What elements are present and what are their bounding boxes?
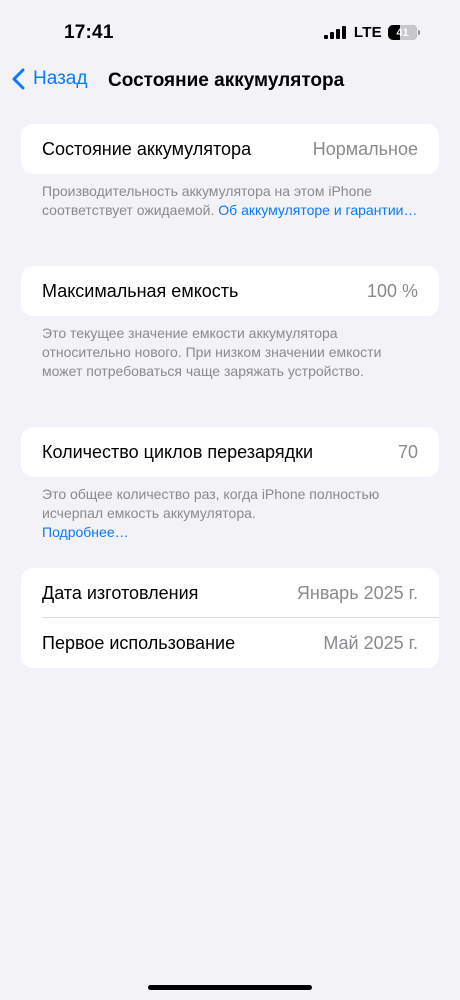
manufacture-date-value: Январь 2025 г.	[296, 582, 418, 603]
cycle-count-label: Количество циклов перезарядки	[42, 441, 314, 462]
status-indicators: LTE 41	[323, 24, 420, 41]
max-capacity-row: Максимальная емкость 100 %	[21, 266, 439, 316]
cycle-count-group: Количество циклов перезарядки 70	[21, 427, 439, 477]
max-capacity-label: Максимальная емкость	[42, 280, 239, 301]
manufacture-date-label: Дата изготовления	[42, 582, 199, 603]
manufacture-date-row: Дата изготовления Январь 2025 г.	[21, 568, 439, 618]
max-capacity-value: 100 %	[366, 280, 418, 301]
navigation-bar: Назад Состояние аккумулятора	[0, 62, 460, 102]
battery-level: 41	[396, 26, 409, 39]
cellular-signal-icon	[323, 26, 346, 39]
back-button-label: Назад	[33, 68, 88, 89]
home-indicator[interactable]	[148, 985, 312, 990]
battery-warranty-link[interactable]: Об аккумуля­торе и гарантии…	[218, 202, 417, 218]
first-use-row: Первое использование Май 2025 г.	[21, 618, 439, 668]
network-type: LTE	[353, 24, 382, 41]
page-title: Состояние аккумулятора	[108, 70, 345, 91]
cycle-count-value: 70	[397, 441, 418, 462]
battery-health-value: Нормальное	[312, 138, 418, 159]
status-bar: 17:41 LTE 41	[0, 0, 460, 60]
cycle-count-footnote-text: Это общее количество раз, когда iPhone п…	[42, 486, 380, 521]
dates-group: Дата изготовления Январь 2025 г. Первое …	[21, 568, 439, 668]
first-use-value: Май 2025 г.	[323, 632, 418, 653]
learn-more-link[interactable]: Подробнее…	[42, 524, 129, 540]
battery-health-row: Состояние аккумулятора Нормальное	[21, 124, 439, 174]
first-use-label: Первое использование	[42, 632, 236, 653]
cycle-count-footnote: Это общее количество раз, когда iPhone п…	[42, 485, 422, 542]
battery-icon: 41	[388, 25, 417, 40]
battery-health-footnote: Производительность аккумулятора на этом …	[42, 182, 422, 220]
cycle-count-row: Количество циклов перезарядки 70	[21, 427, 439, 477]
battery-health-group: Состояние аккумулятора Нормальное	[21, 124, 439, 174]
battery-health-label: Состояние аккумулятора	[42, 138, 252, 159]
chevron-left-icon	[12, 68, 25, 90]
max-capacity-footnote: Это текущее значение емкости аккумулятор…	[42, 325, 382, 379]
max-capacity-group: Максимальная емкость 100 %	[21, 266, 439, 316]
battery-tip	[418, 30, 420, 35]
back-button[interactable]: Назад	[12, 68, 87, 90]
status-time: 17:41	[64, 22, 114, 43]
